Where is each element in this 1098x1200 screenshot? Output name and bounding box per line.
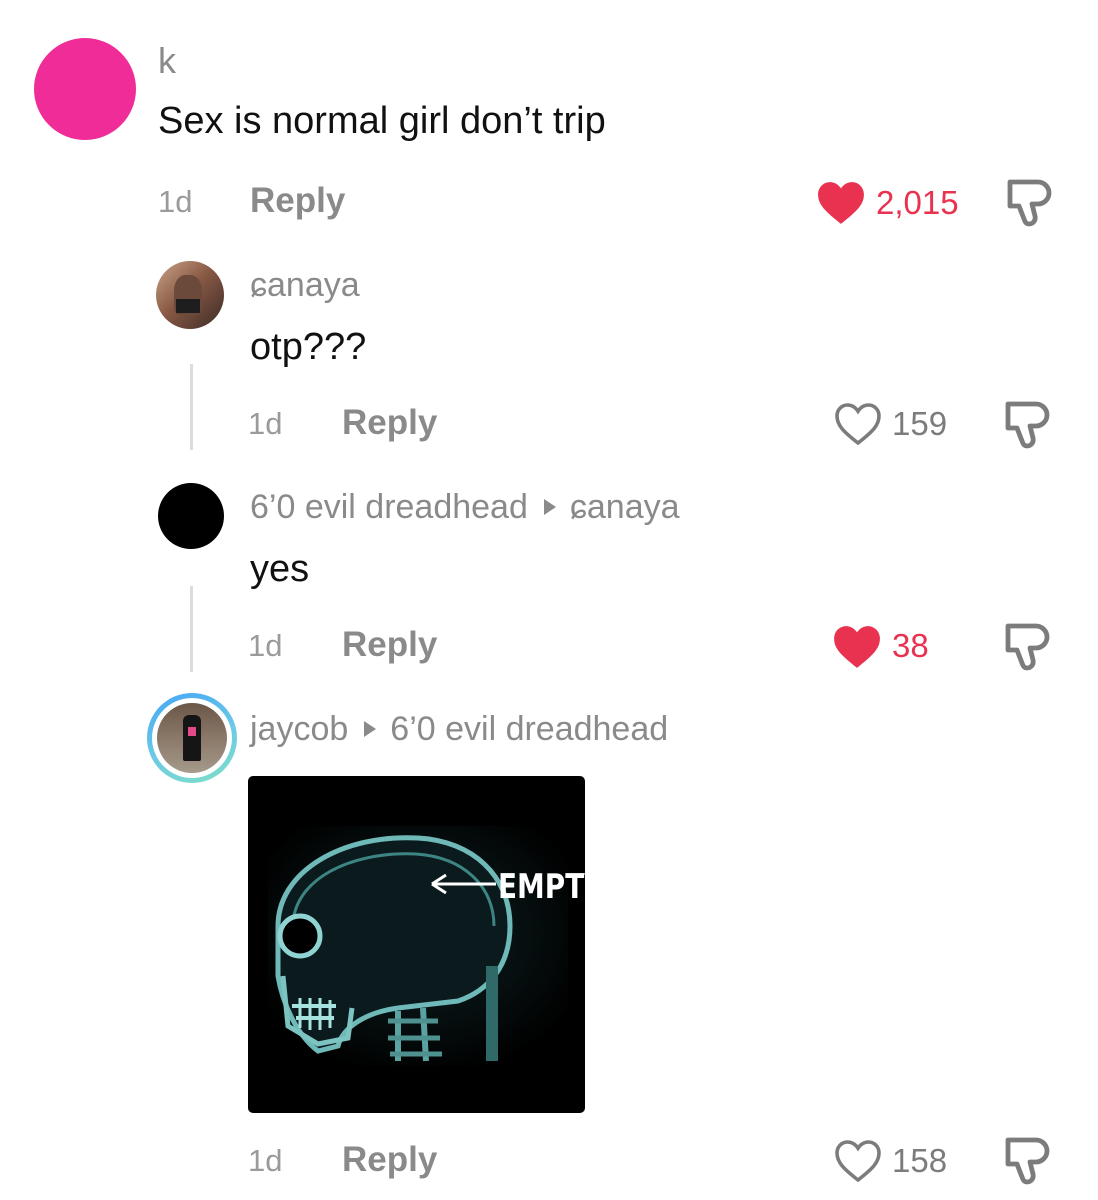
avatar-k[interactable] — [34, 38, 136, 140]
dislike-icon[interactable] — [1000, 400, 1052, 450]
comment-username[interactable]: ɕanaya — [250, 266, 360, 305]
reply-button[interactable]: Reply — [342, 403, 437, 443]
image-caption: EMPTY — [498, 867, 585, 906]
comment-username[interactable]: jaycob — [250, 710, 348, 748]
reply-button[interactable]: Reply — [250, 181, 345, 221]
reply-to-arrow-icon — [364, 721, 377, 738]
comment-username[interactable]: k — [158, 40, 176, 82]
thread-line — [190, 364, 193, 450]
reply-to-username[interactable]: 6’0 evil dreadhead — [390, 710, 668, 748]
avatar-photo-figure — [183, 715, 201, 761]
comment-username[interactable]: 6’0 evil dreadhead — [250, 488, 528, 526]
comment-text: yes — [250, 548, 310, 590]
heart-icon[interactable] — [816, 180, 866, 226]
avatar-jaycob — [157, 703, 227, 773]
like-count: 159 — [892, 405, 948, 442]
reply-to-username[interactable]: ɕanaya — [570, 488, 680, 526]
comment-text: Sex is normal girl don’t trip — [158, 100, 606, 142]
reply-button[interactable]: Reply — [342, 625, 437, 665]
comment-time: 1d — [248, 406, 283, 441]
comment-time: 1d — [158, 184, 193, 219]
xray-skull-image: EMPTY — [268, 826, 585, 1066]
comment-text: otp??? — [250, 326, 367, 368]
avatar-ring-gap — [152, 698, 232, 778]
avatar-dreadhead[interactable] — [158, 483, 224, 549]
avatar-photo-shirt-print — [188, 727, 196, 736]
thread-line — [190, 586, 193, 672]
heart-outline-icon[interactable] — [834, 401, 882, 447]
reply-button[interactable]: Reply — [342, 1140, 437, 1180]
dislike-icon[interactable] — [1000, 1136, 1052, 1186]
comment-username-line: 6’0 evil dreadhead ɕanaya — [250, 488, 680, 527]
like-count: 38 — [892, 627, 929, 664]
comment-time: 1d — [248, 628, 283, 663]
like-count: 158 — [892, 1142, 948, 1179]
avatar-anaya[interactable] — [156, 261, 224, 329]
reply-to-arrow-icon — [543, 499, 556, 516]
like-count: 2,015 — [876, 184, 959, 221]
heart-outline-icon[interactable] — [834, 1138, 882, 1184]
dislike-icon[interactable] — [1000, 622, 1052, 672]
comment-image[interactable]: EMPTY — [248, 776, 585, 1113]
comment-time: 1d — [248, 1143, 283, 1178]
avatar-story-ring[interactable] — [147, 693, 237, 783]
avatar-photo-figure-top — [176, 299, 200, 313]
comment-username-line: jaycob 6’0 evil dreadhead — [250, 710, 668, 749]
heart-icon[interactable] — [832, 624, 882, 670]
dislike-icon[interactable] — [1002, 178, 1054, 228]
